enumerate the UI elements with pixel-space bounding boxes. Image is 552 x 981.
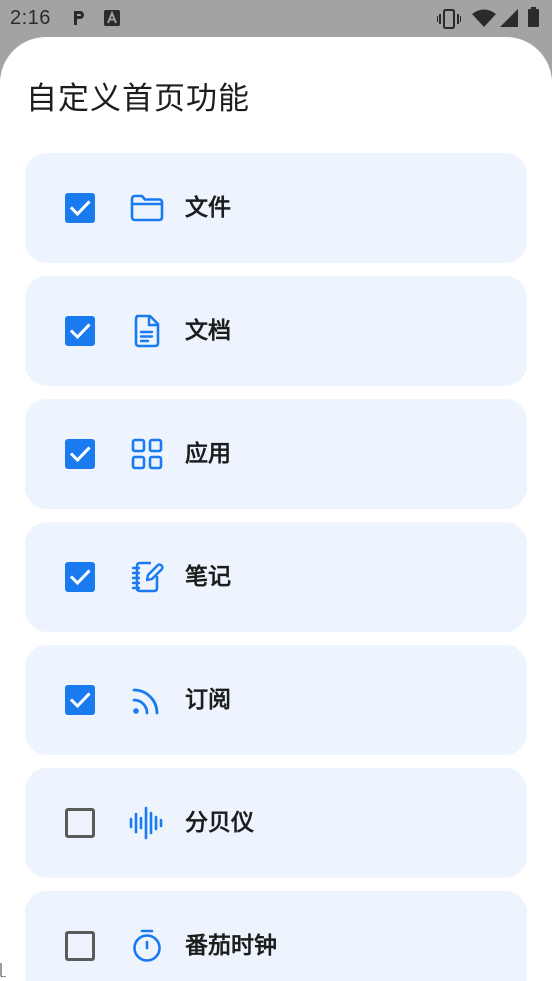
sound-wave-icon <box>129 805 165 841</box>
feature-item-files[interactable]: 文件 <box>25 153 527 263</box>
p-icon <box>72 10 86 30</box>
checkbox-checked[interactable] <box>65 439 95 469</box>
notebook-icon <box>129 559 165 595</box>
checkbox-checked[interactable] <box>65 685 95 715</box>
vibrate-icon <box>436 9 462 33</box>
signal-icon <box>500 9 518 31</box>
customize-home-sheet: 自定义首页功能 文件 文档 应用 笔记 订阅 分贝仪 番茄时钟 <box>0 37 552 981</box>
battery-icon <box>528 7 539 31</box>
feature-item-pomodoro[interactable]: 番茄时钟 <box>25 891 527 981</box>
checkbox-unchecked[interactable] <box>65 808 95 838</box>
status-time: 2:16 <box>10 7 51 29</box>
feature-label: 番茄时钟 <box>185 933 277 959</box>
checkbox-checked[interactable] <box>65 316 95 346</box>
stopwatch-icon <box>129 928 165 964</box>
a-icon <box>104 10 120 30</box>
checkbox-checked[interactable] <box>65 193 95 223</box>
feature-label: 文档 <box>185 318 231 344</box>
feature-item-notes[interactable]: 笔记 <box>25 522 527 632</box>
checkbox-checked[interactable] <box>65 562 95 592</box>
edge-indicator <box>0 963 6 977</box>
feature-label: 文件 <box>185 195 231 221</box>
feature-item-apps[interactable]: 应用 <box>25 399 527 509</box>
wifi-icon <box>472 9 496 31</box>
status-bar: 2:16 <box>0 0 552 38</box>
feature-label: 分贝仪 <box>185 810 254 836</box>
document-icon <box>129 313 165 349</box>
apps-grid-icon <box>129 436 165 472</box>
feature-label: 订阅 <box>185 687 231 713</box>
feature-item-subscriptions[interactable]: 订阅 <box>25 645 527 755</box>
feature-item-decibel-meter[interactable]: 分贝仪 <box>25 768 527 878</box>
folder-icon <box>129 190 165 226</box>
feature-label: 应用 <box>185 441 231 467</box>
sheet-title: 自定义首页功能 <box>26 81 250 117</box>
feature-list: 文件 文档 应用 笔记 订阅 分贝仪 番茄时钟 <box>25 153 527 981</box>
checkbox-unchecked[interactable] <box>65 931 95 961</box>
feature-item-documents[interactable]: 文档 <box>25 276 527 386</box>
rss-icon <box>129 682 165 718</box>
feature-label: 笔记 <box>185 564 231 590</box>
